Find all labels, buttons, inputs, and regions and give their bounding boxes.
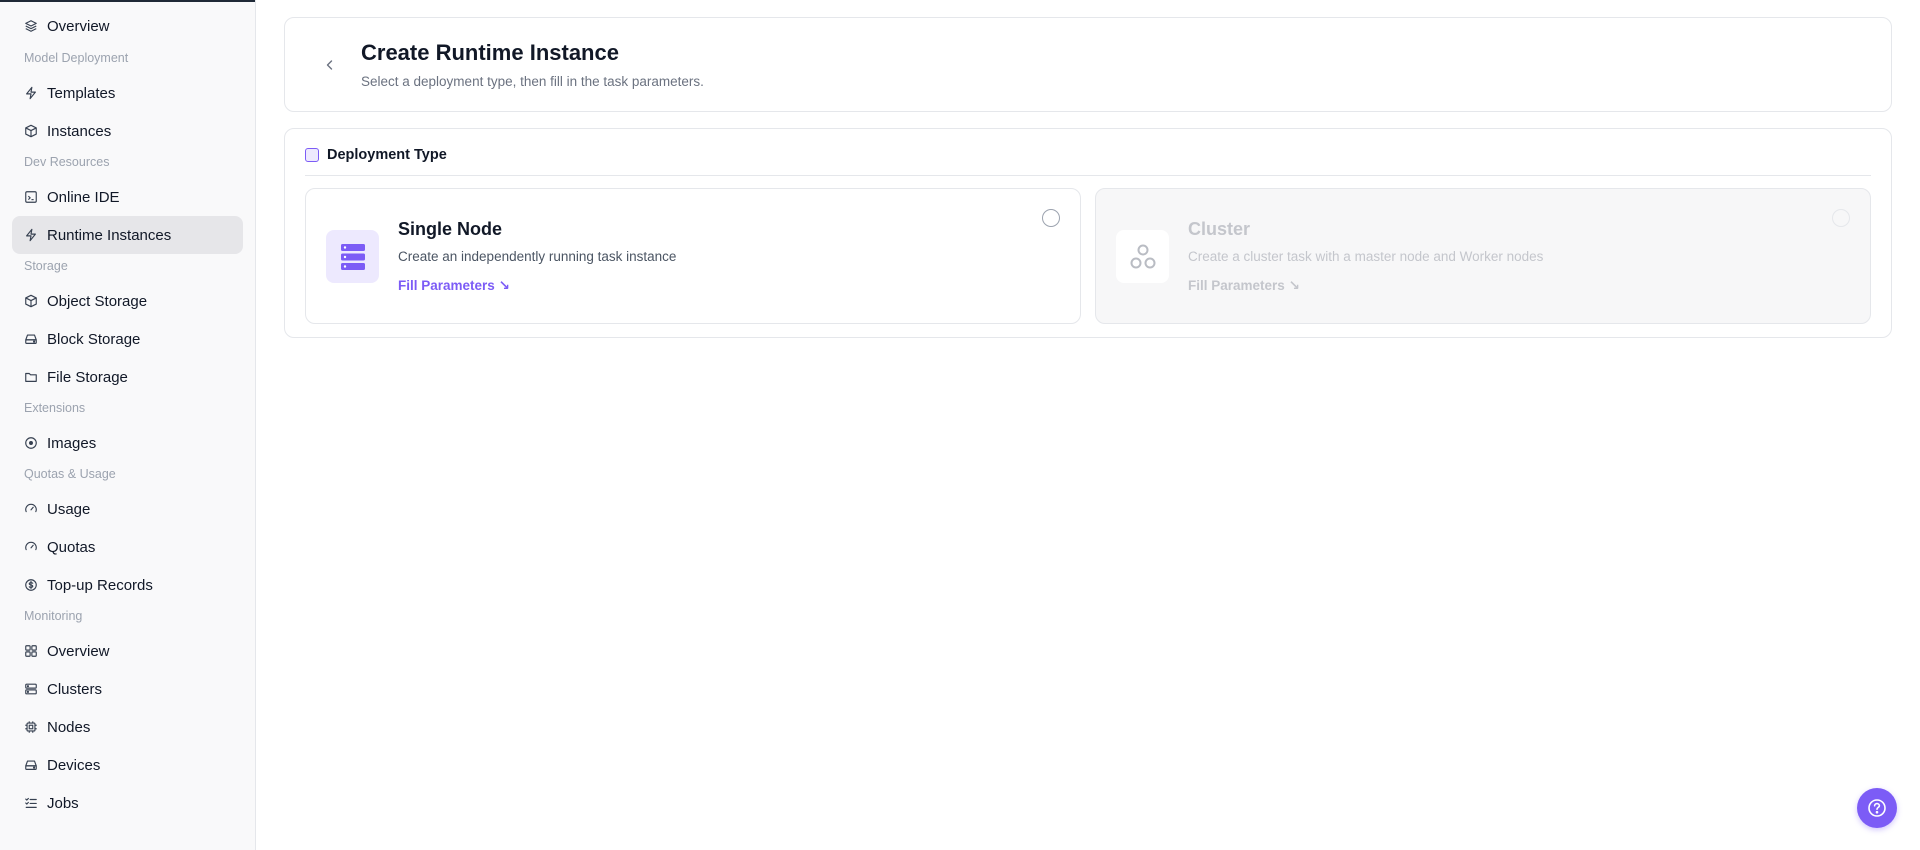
sidebar: Overview Model Deployment Templates Inst…: [0, 0, 256, 850]
section-marker-icon: [305, 148, 319, 162]
page-subtitle: Select a deployment type, then fill in t…: [361, 74, 704, 89]
drive-icon: [24, 758, 38, 772]
fill-parameters-link[interactable]: Fill Parameters ↘: [398, 278, 510, 294]
section-label-dev-resources: Dev Resources: [24, 155, 110, 169]
sidebar-item-label: Runtime Instances: [47, 226, 172, 244]
chevron-left-icon: [326, 60, 333, 70]
sidebar-item-clusters[interactable]: Clusters: [12, 670, 243, 708]
cluster-icon: [1116, 230, 1169, 283]
sidebar-item-jobs[interactable]: Jobs: [12, 784, 243, 822]
option-radio[interactable]: [1042, 209, 1060, 227]
sidebar-item-nodes[interactable]: Nodes: [12, 708, 243, 746]
option-radio: [1832, 209, 1850, 227]
gauge-icon: [24, 540, 38, 554]
option-single-node[interactable]: Single Node Create an independently runn…: [305, 188, 1081, 324]
section-label-monitoring: Monitoring: [24, 609, 83, 623]
section-label-storage: Storage: [24, 259, 68, 273]
deployment-type-section: Deployment Type Single Node Create an in…: [284, 128, 1892, 338]
fill-parameters-link: Fill Parameters ↘: [1188, 278, 1300, 293]
box-icon: [24, 294, 38, 308]
sidebar-item-label: Devices: [47, 756, 101, 774]
section-header: Deployment Type: [305, 147, 447, 163]
sidebar-item-label: Nodes: [47, 718, 91, 736]
window-edge: [0, 0, 255, 2]
option-title: Cluster: [1188, 219, 1251, 239]
sidebar-item-label: Images: [47, 434, 97, 452]
gauge-icon: [24, 502, 38, 516]
code-window-icon: [24, 190, 38, 204]
option-title: Single Node: [398, 219, 503, 239]
option-description: Create a cluster task with a master node…: [1188, 249, 1544, 264]
folder-icon: [24, 370, 38, 384]
sidebar-item-block-storage[interactable]: Block Storage: [12, 320, 243, 358]
section-label-extensions: Extensions: [24, 401, 86, 415]
back-button[interactable]: [321, 56, 339, 74]
page-title: Create Runtime Instance: [361, 40, 619, 65]
help-button[interactable]: [1857, 788, 1897, 828]
sidebar-item-label: Block Storage: [47, 330, 141, 348]
disc-icon: [24, 436, 38, 450]
section-label-model-deployment: Model Deployment: [24, 51, 129, 65]
cube-icon: [24, 124, 38, 138]
sidebar-item-images[interactable]: Images: [12, 424, 243, 462]
sidebar-item-object-storage[interactable]: Object Storage: [12, 282, 243, 320]
checklist-icon: [24, 796, 38, 810]
dollar-icon: [24, 578, 38, 592]
chip-icon: [24, 720, 38, 734]
sidebar-item-runtime-instances[interactable]: Runtime Instances: [12, 216, 243, 254]
server-icon: [24, 682, 38, 696]
sidebar-item-label: Online IDE: [47, 188, 120, 206]
sidebar-item-label: Clusters: [47, 680, 103, 698]
sidebar-item-usage[interactable]: Usage: [12, 490, 243, 528]
server-stack-icon: [326, 230, 379, 283]
page-header: Create Runtime Instance Select a deploym…: [284, 17, 1892, 112]
sidebar-item-label: Object Storage: [47, 292, 148, 310]
option-cluster: Cluster Create a cluster task with a mas…: [1095, 188, 1871, 324]
layers-icon: [24, 19, 38, 33]
drive-icon: [24, 332, 38, 346]
sidebar-item-label: File Storage: [47, 368, 128, 386]
sidebar-item-top-up-records[interactable]: Top-up Records: [12, 566, 243, 604]
sidebar-item-label: Templates: [47, 84, 116, 102]
sidebar-item-online-ide[interactable]: Online IDE: [12, 178, 243, 216]
help-icon: [1868, 799, 1886, 817]
sidebar-item-label: Overview: [47, 17, 110, 35]
sidebar-item-label: Usage: [47, 500, 91, 518]
divider: [305, 175, 1871, 176]
sidebar-item-instances[interactable]: Instances: [12, 112, 243, 150]
option-description: Create an independently running task ins…: [398, 249, 677, 264]
sidebar-item-overview[interactable]: Overview: [12, 7, 243, 45]
sidebar-item-label: Top-up Records: [47, 576, 153, 594]
section-title: Deployment Type: [327, 147, 447, 163]
sidebar-item-label: Quotas: [47, 538, 96, 556]
bolt-icon: [24, 228, 38, 242]
section-label-quotas-usage: Quotas & Usage: [24, 467, 116, 481]
sidebar-item-monitoring-overview[interactable]: Overview: [12, 632, 243, 670]
sidebar-item-label: Overview: [47, 642, 110, 660]
sidebar-item-templates[interactable]: Templates: [12, 74, 243, 112]
bolt-icon: [24, 86, 38, 100]
grid-icon: [24, 644, 38, 658]
sidebar-item-quotas[interactable]: Quotas: [12, 528, 243, 566]
sidebar-item-file-storage[interactable]: File Storage: [12, 358, 243, 396]
sidebar-item-devices[interactable]: Devices: [12, 746, 243, 784]
sidebar-item-label: Instances: [47, 122, 112, 140]
sidebar-item-label: Jobs: [47, 794, 79, 812]
